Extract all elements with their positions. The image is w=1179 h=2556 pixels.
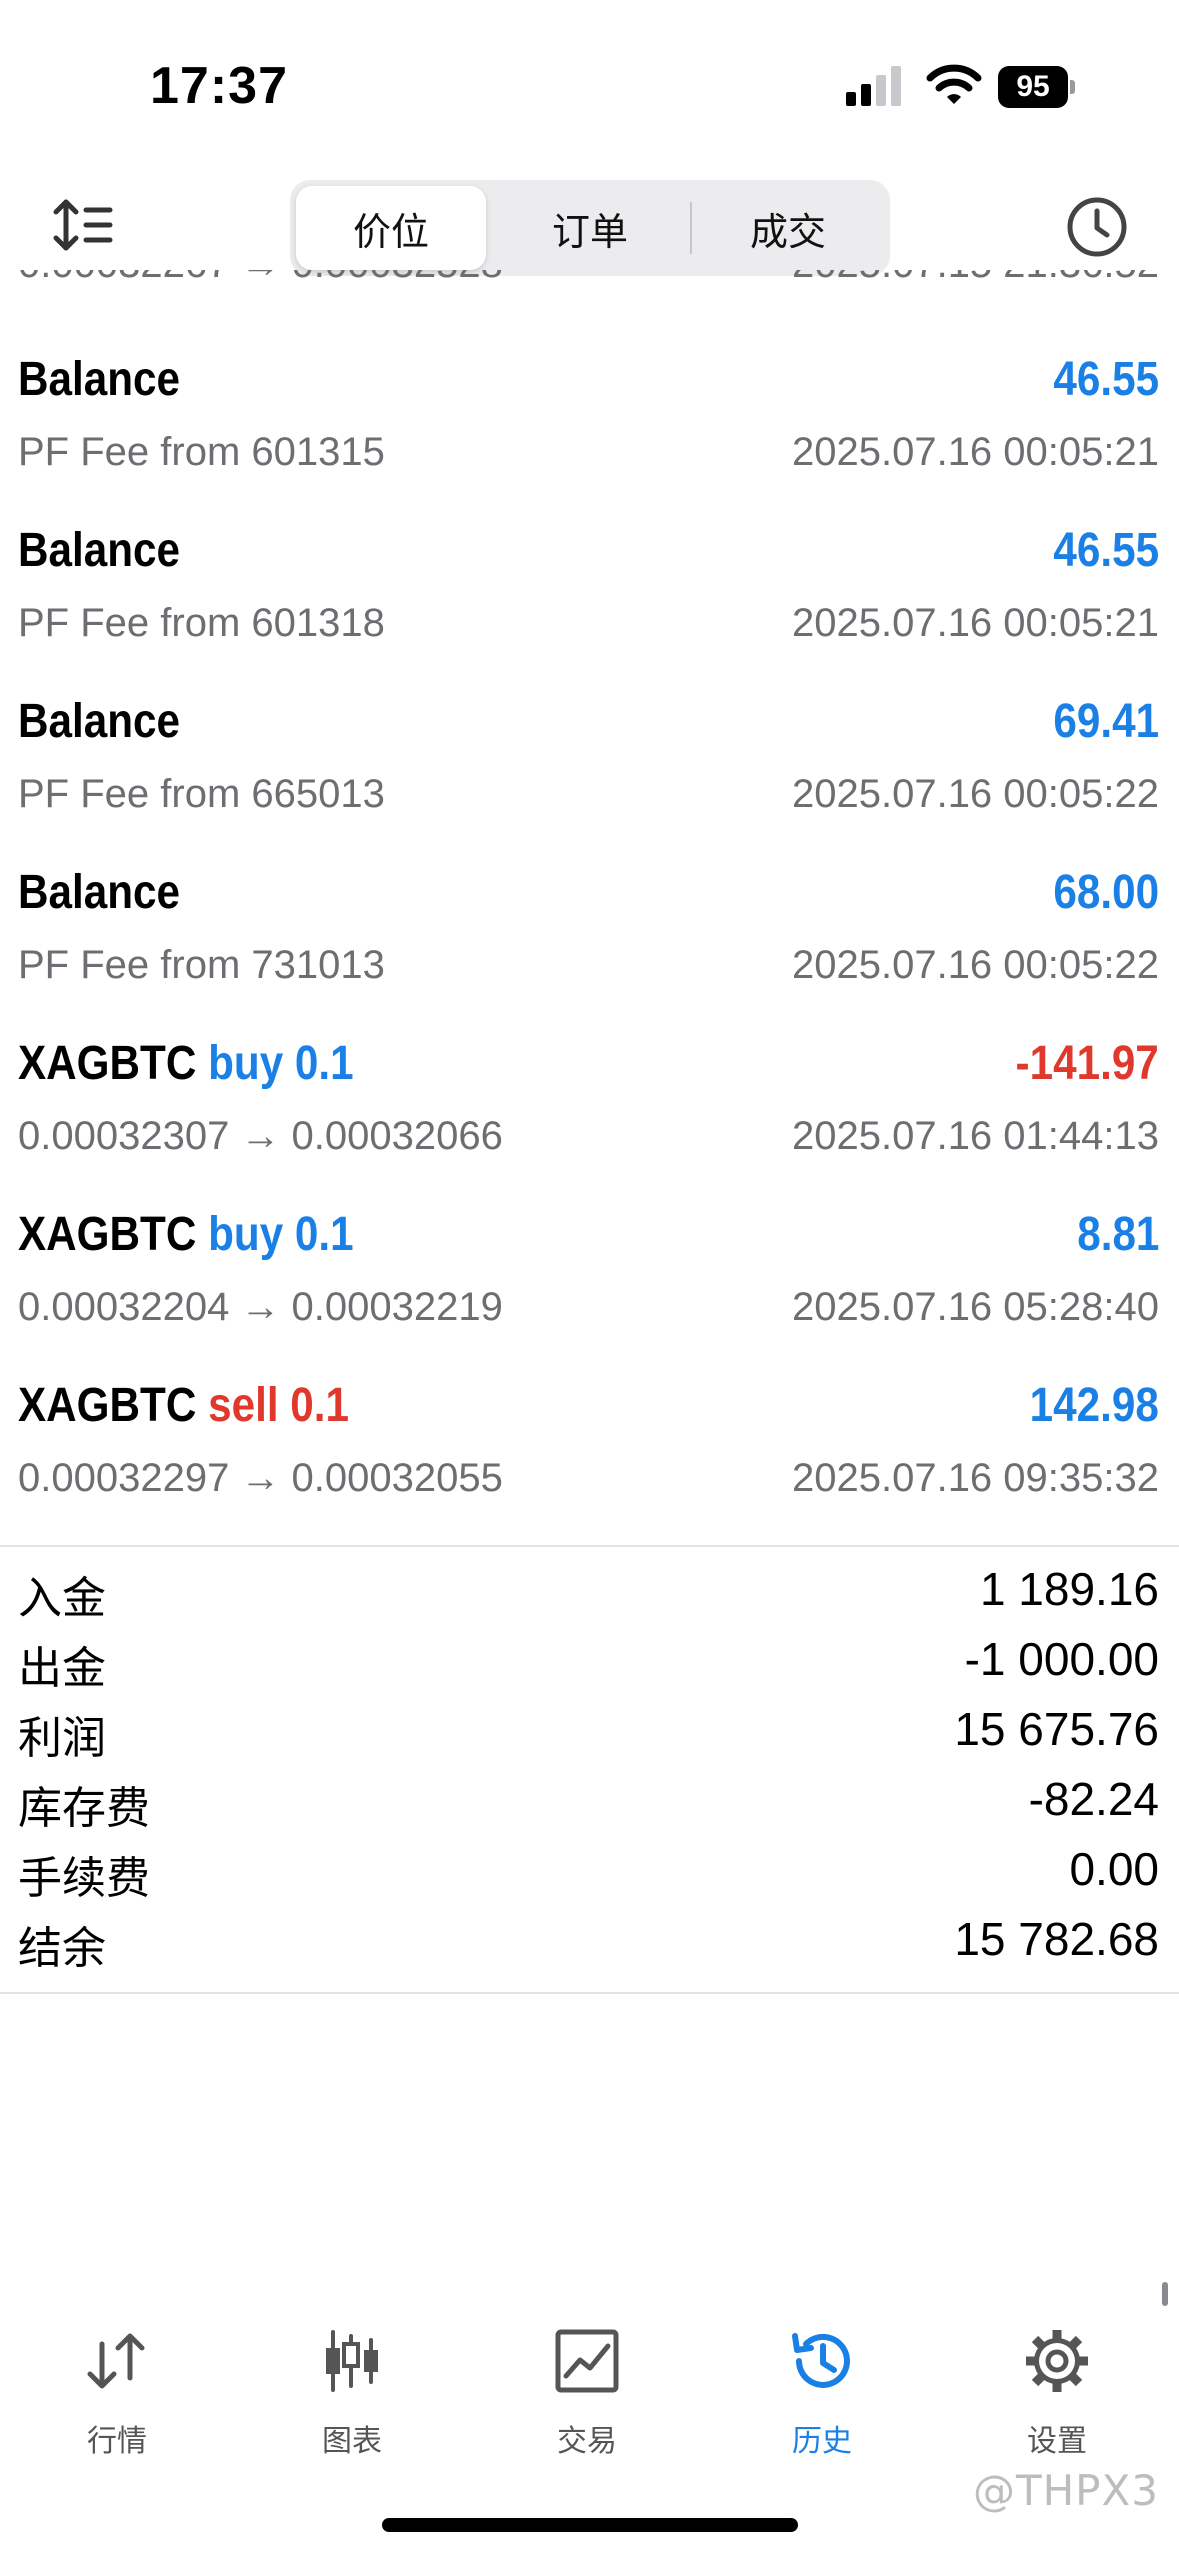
wifi-icon <box>926 64 982 104</box>
deal-profit: 69.41 <box>1053 695 1159 748</box>
nav-label: 图表 <box>322 2424 382 2459</box>
history-clock-icon <box>792 2333 850 2388</box>
nav-charts[interactable]: 图表 <box>262 2320 442 2460</box>
sort-icon[interactable] <box>52 198 114 252</box>
clock-icon[interactable] <box>1065 195 1129 259</box>
deal-symbol-name: Balance <box>18 695 181 748</box>
deal-row[interactable]: XAGBTC buy 0.1 8.81 0.00032204 → 0.0003221… <box>0 1185 1179 1356</box>
deal-symbol: Balance <box>18 694 180 749</box>
deal-symbol: Balance <box>18 523 180 578</box>
deal-comment: 0.00032297 → 0.00032055 <box>18 1456 503 1500</box>
nav-label: 交易 <box>557 2424 617 2459</box>
deal-symbol-name: Balance <box>18 524 181 577</box>
summary-value: 15 782.68 <box>954 1913 1159 1965</box>
summary-value: 0.00 <box>1069 1843 1159 1895</box>
deal-time: 2025.07.15 21:36:52 <box>792 270 1159 287</box>
quotes-arrows-icon <box>87 2333 145 2389</box>
summary-label: 入金 <box>18 1573 106 1624</box>
battery-indicator: 95 <box>998 66 1075 108</box>
segmented-control: 价位 订单 成交 <box>290 180 890 276</box>
tab-price[interactable]: 价位 <box>296 186 486 270</box>
deal-row[interactable]: Balance 68.00 PF Fee from 731013 2025.07.16… <box>0 843 1179 1014</box>
deal-side: buy 0.1 <box>208 1208 354 1261</box>
deal-symbol-name: Balance <box>18 866 181 919</box>
deals-list[interactable]: 0.00032267 → 0.00032528 2025.07.15 21:36… <box>0 270 1179 1545</box>
deal-time: 2025.07.16 05:28:40 <box>791 1285 1159 1329</box>
nav-history[interactable]: 历史 <box>732 2320 912 2460</box>
cellular-signal-icon <box>846 66 901 106</box>
deal-time: 2025.07.16 00:05:22 <box>791 943 1159 987</box>
gear-icon <box>1026 2330 1088 2392</box>
deal-symbol: XAGBTC sell 0.1 <box>18 1378 349 1433</box>
deal-comment: 0.00032307 → 0.00032066 <box>18 1114 503 1158</box>
summary-bottom-divider <box>0 1992 1179 1994</box>
deal-profit: 142.98 <box>1029 1379 1159 1432</box>
deal-row[interactable]: XAGBTC sell 0.1 142.98 0.00032297 → 0.0003… <box>0 1356 1179 1527</box>
deal-time: 2025.07.16 09:35:32 <box>791 1456 1159 1500</box>
tab-orders[interactable]: 订单 <box>490 186 690 270</box>
battery-level: 95 <box>998 66 1068 108</box>
deal-time: 2025.07.16 00:05:21 <box>791 430 1159 474</box>
summary-row: 结余 15 782.68 <box>0 1912 1179 1982</box>
nav-settings[interactable]: 设置 <box>967 2320 1147 2460</box>
deal-symbol: XAGBTC buy 0.1 <box>18 1036 354 1091</box>
summary-label: 利润 <box>18 1713 106 1764</box>
summary-label: 手续费 <box>18 1853 150 1904</box>
deal-symbol: XAGBTC buy 0.1 <box>18 1207 354 1262</box>
watermark-text: @THPX3 <box>972 2466 1159 2515</box>
summary-row: 出金 -1 000.00 <box>0 1632 1179 1702</box>
summary-value: -1 000.00 <box>964 1633 1159 1685</box>
deal-symbol-name: XAGBTC <box>18 1379 197 1432</box>
scrollbar[interactable] <box>1162 2282 1168 2306</box>
trade-chart-icon <box>555 2329 619 2393</box>
deal-time: 2025.07.16 00:05:21 <box>791 601 1159 645</box>
deal-row[interactable]: Balance 46.55 PF Fee from 601315 2025.07.16… <box>0 330 1179 501</box>
deal-time: 2025.07.16 01:44:13 <box>791 1114 1159 1158</box>
nav-label: 历史 <box>792 2424 852 2459</box>
deal-symbol-name: Balance <box>18 353 181 406</box>
status-time: 17:37 <box>150 57 288 115</box>
summary-label: 出金 <box>18 1643 106 1694</box>
summary-row: 利润 15 675.76 <box>0 1702 1179 1772</box>
nav-quotes[interactable]: 行情 <box>27 2320 207 2460</box>
deal-comment: PF Fee from 731013 <box>18 943 385 987</box>
deal-profit: 46.55 <box>1053 353 1159 406</box>
deal-symbol: Balance <box>18 865 180 920</box>
deal-comment: PF Fee from 665013 <box>18 772 385 816</box>
deal-side: sell 0.1 <box>208 1379 350 1432</box>
deal-row[interactable]: Balance 46.55 PF Fee from 601318 2025.07.16… <box>0 501 1179 672</box>
deal-symbol-name: XAGBTC <box>18 1037 197 1090</box>
deal-side: buy 0.1 <box>208 1037 354 1090</box>
summary-label: 库存费 <box>18 1783 150 1834</box>
battery-cap <box>1070 80 1075 94</box>
deal-row[interactable]: XAGBTC buy 0.1 -141.97 0.00032307 → 0.0003… <box>0 1014 1179 1185</box>
deal-profit: 68.00 <box>1053 866 1159 919</box>
deal-price-range: 0.00032267 → 0.00032528 <box>18 270 503 287</box>
summary-top-divider <box>0 1545 1179 1547</box>
deal-profit: 46.55 <box>1053 524 1159 577</box>
nav-trade[interactable]: 交易 <box>497 2320 677 2460</box>
deal-comment: PF Fee from 601315 <box>18 430 385 474</box>
summary-label: 结余 <box>18 1923 106 1974</box>
deal-profit: 8.81 <box>1076 1208 1159 1261</box>
home-indicator[interactable] <box>382 2518 798 2532</box>
summary-row: 手续费 0.00 <box>0 1842 1179 1912</box>
tab-deals[interactable]: 成交 <box>692 186 884 270</box>
deal-time: 2025.07.16 00:05:22 <box>791 772 1159 816</box>
deal-row[interactable]: Balance 69.41 PF Fee from 665013 2025.07.16… <box>0 672 1179 843</box>
summary-value: 1 189.16 <box>979 1563 1159 1615</box>
summary-row: 库存费 -82.24 <box>0 1772 1179 1842</box>
deal-symbol-name: XAGBTC <box>18 1208 197 1261</box>
nav-label: 设置 <box>1027 2424 1087 2459</box>
summary-value: -82.24 <box>1028 1773 1159 1825</box>
deal-symbol: Balance <box>18 352 180 407</box>
deal-comment: PF Fee from 601318 <box>18 601 385 645</box>
summary-row: 入金 1 189.16 <box>0 1562 1179 1632</box>
candlestick-chart-icon <box>326 2330 378 2392</box>
deal-profit: -141.97 <box>1015 1037 1159 1090</box>
nav-label: 行情 <box>87 2424 147 2459</box>
summary-value: 15 675.76 <box>954 1703 1159 1755</box>
deal-comment: 0.00032204 → 0.00032219 <box>18 1285 503 1329</box>
partial-deal-row[interactable]: 0.00032267 → 0.00032528 2025.07.15 21:36… <box>0 270 1179 302</box>
